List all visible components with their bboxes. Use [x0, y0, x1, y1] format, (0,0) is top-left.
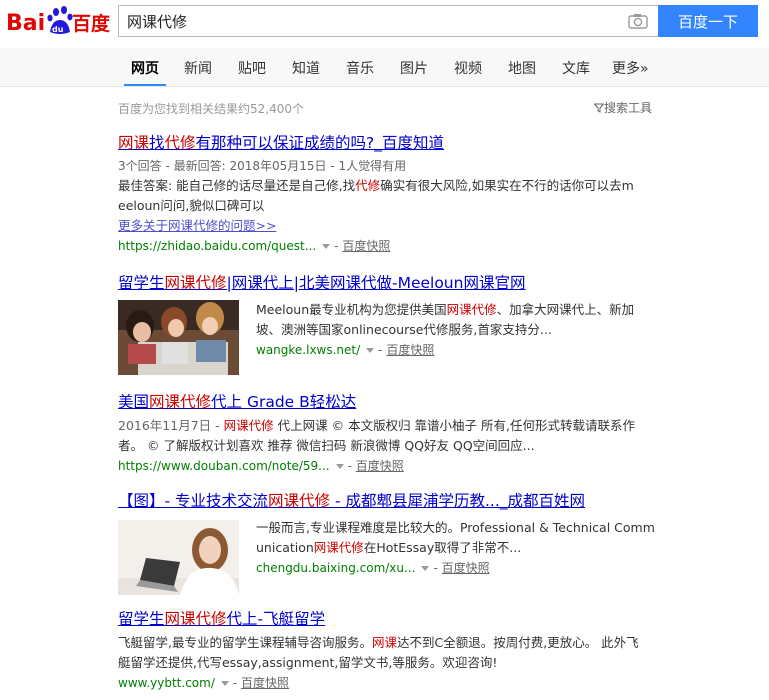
search-tools-label: 搜索工具 [604, 101, 653, 115]
search-result: 留学生网课代修代上-飞艇留学 飞艇留学,最专业的留学生课程辅导咨询服务。网课达不… [118, 608, 663, 693]
chevron-down-icon[interactable] [335, 463, 344, 469]
result-meta: 3个回答 - 最新回答: 2018年05月15日 - 1人觉得有用 [118, 159, 407, 173]
search-result: 【图】- 专业技术交流网课代修 - 成都郫县犀浦学历教..._成都百姓网 一般而… [118, 490, 663, 600]
search-result: 留学生网课代修|网课代上|北美网课代做-Meeloun网课官网 Meeloun最… [118, 272, 663, 382]
chevron-down-icon[interactable] [421, 565, 430, 571]
tab-tieba[interactable]: 贴吧 [238, 58, 266, 78]
tab-web[interactable]: 网页 [131, 58, 159, 78]
result-title-link[interactable]: 网课找代修有那种可以保证成绩的吗?_百度知道 [118, 132, 663, 154]
tab-wenku[interactable]: 文库 [562, 58, 590, 78]
snapshot-link[interactable]: 百度快照 [241, 676, 289, 690]
filter-icon [593, 103, 605, 113]
result-abstract: 飞艇留学,最专业的留学生课程辅导咨询服务。网课达不到C全额退。按周付费,更放心。… [118, 635, 639, 670]
result-url: https://zhidao.baidu.com/quest... - 百度快照 [118, 239, 391, 253]
search-result: 美国网课代修代上 Grade B轻松达 2016年11月7日 - 网课代修 代上… [118, 391, 663, 476]
tab-video[interactable]: 视频 [454, 58, 482, 78]
search-box [118, 5, 658, 37]
result-url: chengdu.baixing.com/xu... - 百度快照 [256, 561, 490, 575]
tab-news[interactable]: 新闻 [184, 58, 212, 78]
result-url-text[interactable]: https://zhidao.baidu.com/quest... [118, 239, 316, 253]
tab-more[interactable]: 更多» [612, 58, 649, 78]
tab-images[interactable]: 图片 [400, 58, 428, 78]
svg-text:Bai: Bai [6, 11, 45, 36]
svg-text:du: du [52, 25, 64, 34]
result-title-link[interactable]: 【图】- 专业技术交流网课代修 - 成都郫县犀浦学历教..._成都百姓网 [118, 490, 663, 512]
result-url-text[interactable]: www.yybtt.com/ [118, 676, 215, 690]
snapshot-link[interactable]: 百度快照 [356, 459, 404, 473]
result-thumbnail[interactable] [118, 300, 239, 375]
result-url: wangke.lxws.net/- 百度快照 [256, 343, 435, 357]
result-thumbnail[interactable] [118, 520, 239, 595]
more-questions-link[interactable]: 更多关于网课代修的问题>> [118, 216, 663, 236]
snapshot-link[interactable]: 百度快照 [442, 561, 490, 575]
header: Bai du 百度 百度一下 [0, 0, 769, 48]
result-title-link[interactable]: 留学生网课代修代上-飞艇留学 [118, 608, 663, 630]
result-abstract: 2016年11月7日 - 网课代修 代上网课 © 本文版权归 靠谱小柚子 所有,… [118, 418, 635, 453]
result-abstract: 最佳答案: 能自己修的话尽量还是自己修,找代修确实有很大风险,如果实在不行的话你… [118, 178, 634, 213]
camera-icon[interactable] [628, 13, 648, 29]
tab-music[interactable]: 音乐 [346, 58, 374, 78]
chevron-down-icon[interactable] [366, 347, 375, 353]
result-url-text[interactable]: wangke.lxws.net/ [256, 343, 360, 357]
svg-text:百度: 百度 [72, 12, 110, 35]
snapshot-link[interactable]: 百度快照 [386, 343, 434, 357]
result-url-text[interactable]: https://www.douban.com/note/59... [118, 459, 330, 473]
result-abstract: 一般而言,专业课程难度是比较大的。Professional & Technica… [256, 520, 655, 555]
snapshot-link[interactable]: 百度快照 [342, 239, 390, 253]
result-count: 百度为您找到相关结果约52,400个 [118, 102, 304, 116]
tab-map[interactable]: 地图 [508, 58, 536, 78]
baidu-logo[interactable]: Bai du 百度 [6, 4, 110, 40]
search-button[interactable]: 百度一下 [658, 5, 758, 37]
search-input[interactable] [119, 6, 609, 36]
chevron-down-icon[interactable] [322, 243, 331, 249]
chevron-down-icon[interactable] [220, 680, 229, 686]
search-type-tabs: 网页 新闻 贴吧 知道 音乐 图片 视频 地图 文库 更多» [0, 48, 769, 87]
search-tools-button[interactable]: 搜索工具 [593, 99, 653, 116]
result-url: www.yybtt.com/- 百度快照 [118, 676, 290, 690]
tab-zhidao[interactable]: 知道 [292, 58, 320, 78]
active-tab-indicator [124, 84, 166, 86]
result-url-text[interactable]: chengdu.baixing.com/xu... [256, 561, 415, 575]
result-url: https://www.douban.com/note/59... - 百度快照 [118, 459, 404, 473]
result-title-link[interactable]: 美国网课代修代上 Grade B轻松达 [118, 391, 663, 413]
result-title-link[interactable]: 留学生网课代修|网课代上|北美网课代做-Meeloun网课官网 [118, 272, 663, 294]
search-result: 网课找代修有那种可以保证成绩的吗?_百度知道 3个回答 - 最新回答: 2018… [118, 132, 663, 256]
result-abstract: Meeloun最专业机构为您提供美国网课代修、加拿大网课代上、新加 坡、澳洲等国… [256, 302, 635, 337]
